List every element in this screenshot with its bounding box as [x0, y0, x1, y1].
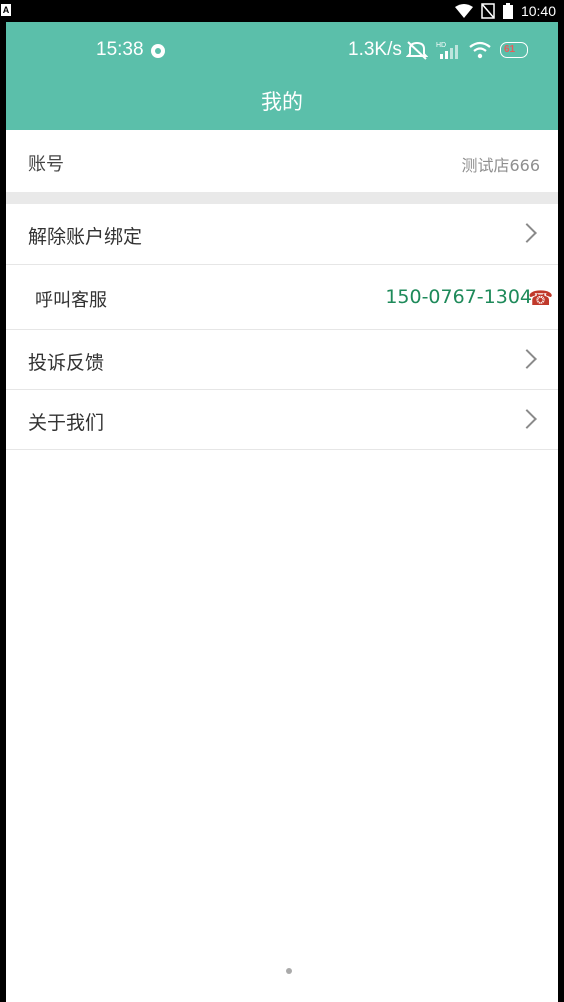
- hd-signal-icon: HD: [436, 42, 458, 59]
- system-status-bar: A 10:40: [0, 0, 564, 22]
- page-title: 我的: [261, 90, 303, 114]
- telephone-icon[interactable]: ☎: [528, 286, 553, 310]
- wifi-icon: [469, 41, 491, 59]
- system-time: 10:40: [520, 3, 556, 19]
- mute-icon: [406, 41, 428, 60]
- app-header: 15:38 1.3K/s HD 61 我的: [6, 22, 558, 130]
- chevron-right-icon: [517, 409, 537, 429]
- battery-icon: [502, 3, 513, 19]
- accessibility-badge-icon: A: [1, 4, 11, 16]
- complaint-feedback-item[interactable]: 投诉反馈: [6, 330, 558, 390]
- inner-status-bar: 15:38 1.3K/s HD 61: [6, 36, 558, 66]
- unbind-account-label: 解除账户绑定: [28, 226, 143, 248]
- no-sim-icon: [481, 3, 495, 19]
- account-label: 账号: [28, 154, 64, 175]
- inner-status-time: 15:38: [96, 39, 144, 60]
- about-us-item[interactable]: 关于我们: [6, 390, 558, 450]
- battery-icon: 61: [500, 42, 528, 58]
- app-screen: 15:38 1.3K/s HD 61 我的 账号 测试店666 解除账户绑定 呼…: [6, 22, 558, 1002]
- section-divider: [6, 192, 558, 204]
- wifi-icon: [454, 4, 473, 18]
- service-phone-number[interactable]: 150-0767-1304: [385, 286, 532, 308]
- notification-dot-icon: [151, 44, 165, 58]
- unbind-account-item[interactable]: 解除账户绑定: [6, 204, 558, 265]
- account-row: 账号 测试店666: [6, 130, 558, 192]
- call-service-item[interactable]: 呼叫客服 150-0767-1304 ☎: [6, 265, 558, 330]
- chevron-right-icon: [517, 223, 537, 243]
- home-indicator: [286, 968, 292, 974]
- call-service-label: 呼叫客服: [35, 290, 107, 311]
- about-us-label: 关于我们: [28, 412, 105, 434]
- complaint-feedback-label: 投诉反馈: [28, 352, 105, 374]
- account-value: 测试店666: [461, 156, 540, 175]
- svg-text:HD: HD: [436, 42, 446, 49]
- chevron-right-icon: [517, 349, 537, 369]
- network-speed: 1.3K/s: [348, 39, 402, 60]
- battery-level: 61: [504, 44, 516, 55]
